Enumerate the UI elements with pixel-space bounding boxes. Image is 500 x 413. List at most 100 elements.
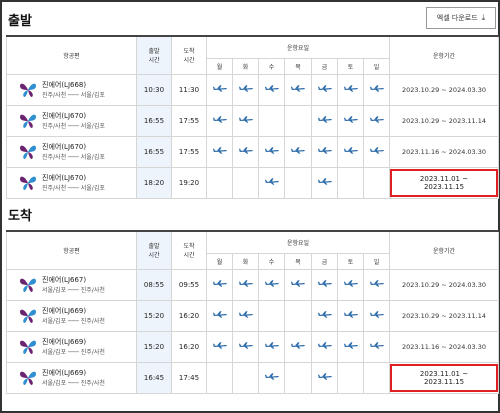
arrival-time-column-header: 도착 시간: [171, 230, 207, 270]
airplane-icon: [212, 342, 227, 349]
day-cell-fri: [311, 268, 338, 301]
day-header-tue: 화: [232, 57, 259, 75]
airplane-icon: [212, 116, 227, 123]
operating-period-column-header: 운항기간: [389, 35, 500, 75]
day-cell-fri: [311, 166, 338, 199]
flight-text: 진에어(LJ669) 서울/김포 ─── 진주/사천: [42, 306, 105, 326]
period-cell: 2023.10.29 ~ 2023.11.14: [389, 299, 500, 332]
day-cell-mon: [206, 73, 233, 106]
day-header-thu: 목: [284, 57, 312, 75]
departure-table: 항공편 출발 시간 도착 시간 운항요일 운항기간 월화수목금토일 진에어(LJ…: [6, 35, 500, 199]
day-cell-sun: [362, 268, 391, 301]
day-header-sun: 일: [362, 57, 391, 75]
flight-cell: 진에어(LJ668) 진주/사천 ─── 서울/김포: [6, 73, 137, 106]
period-text: 2023.11.16 ~ 2024.03.30: [402, 342, 487, 351]
day-cell-tue: [232, 104, 259, 137]
operating-period-column-header: 운항기간: [389, 230, 500, 270]
day-cell-wed: [258, 361, 285, 394]
airplane-icon: [343, 311, 358, 318]
flight-text: 진에어(LJ670) 진주/사천 ─── 서울/김포: [42, 111, 105, 131]
excel-download-button[interactable]: 엑셀 다운로드 ⤓: [426, 7, 496, 29]
schedule-row: 진에어(LJ669) 서울/김포 ─── 진주/사천 15:20 16:20 2023.…: [6, 330, 500, 363]
airplane-icon: [317, 178, 332, 185]
airplane-icon: [291, 342, 305, 349]
arrival-time-cell: 19:20: [171, 166, 207, 199]
day-cell-fri: [311, 73, 338, 106]
flight-name: 진에어(LJ670): [42, 142, 87, 151]
period-cell: 2023.10.29 ~ 2024.03.30: [389, 73, 500, 106]
airplane-icon: [343, 280, 358, 287]
flight-cell: 진에어(LJ669) 서울/김포 ─── 진주/사천: [6, 299, 137, 332]
arrival-time-cell: 17:55: [171, 104, 207, 137]
day-cell-thu: [284, 73, 312, 106]
flight-info: 진에어(LJ669) 서울/김포 ─── 진주/사천: [7, 306, 136, 326]
period-text: 2023.10.29 ~ 2023.11.14: [402, 311, 487, 320]
airplane-icon: [264, 147, 279, 154]
airplane-icon: [238, 342, 253, 349]
butterfly-logo-icon: [20, 176, 36, 190]
flight-name: 진에어(LJ670): [42, 111, 87, 120]
day-cell-wed: [258, 104, 285, 137]
flight-name: 진에어(LJ669): [42, 306, 87, 315]
period-cell: 2023.11.01 ~ 2023.11.15: [389, 166, 500, 199]
day-header-tue: 화: [232, 252, 259, 270]
day-cell-tue: [232, 299, 259, 332]
airplane-icon: [317, 147, 332, 154]
day-cell-mon: [206, 135, 233, 168]
day-cell-tue: [232, 73, 259, 106]
airplane-icon: [238, 85, 253, 92]
flight-route: 진주/사천 ─── 서울/김포: [42, 122, 105, 130]
flight-text: 진에어(LJ669) 서울/김포 ─── 진주/사천: [42, 337, 105, 357]
schedule-row: 진에어(LJ668) 진주/사천 ─── 서울/김포 10:30 11:30 2023.…: [6, 73, 500, 106]
airplane-icon: [212, 85, 227, 92]
day-cell-wed: [258, 73, 285, 106]
day-cell-wed: [258, 135, 285, 168]
airplane-icon: [264, 85, 279, 92]
flight-route: 서울/김포 ─── 진주/사천: [42, 348, 105, 356]
arr-time-header-text: 도착 시간: [183, 48, 195, 65]
flight-column-header: 항공편: [6, 35, 137, 75]
airplane-icon: [343, 147, 358, 154]
butterfly-logo-icon: [20, 114, 36, 128]
arrival-time-cell: 09:55: [171, 268, 207, 301]
day-cell-mon: [206, 330, 233, 363]
departure-time-cell: 15:20: [136, 299, 172, 332]
day-cell-wed: [258, 299, 285, 332]
day-cell-thu: [284, 268, 312, 301]
flight-route: 서울/김포 ─── 진주/사천: [42, 379, 105, 387]
day-header-mon: 월: [206, 57, 233, 75]
flight-cell: 진에어(LJ669) 서울/김포 ─── 진주/사천: [6, 330, 137, 363]
day-cell-wed: [258, 268, 285, 301]
day-cell-sat: [337, 135, 364, 168]
day-cell-thu: [284, 135, 312, 168]
flight-text: 진에어(LJ668) 진주/사천 ─── 서울/김포: [42, 80, 105, 100]
day-cell-sun: [362, 361, 391, 394]
period-text: 2023.11.16 ~ 2024.03.30: [402, 147, 487, 156]
schedule-row: 진에어(LJ669) 서울/김포 ─── 진주/사천 16:45 17:45 2023.…: [6, 361, 500, 394]
airplane-icon: [343, 85, 358, 92]
dep-time-header-text: 출발 시간: [148, 243, 160, 260]
butterfly-logo-icon: [20, 309, 36, 323]
day-cell-tue: [232, 268, 259, 301]
flight-cell: 진에어(LJ670) 진주/사천 ─── 서울/김포: [6, 104, 137, 137]
flight-info: 진에어(LJ670) 진주/사천 ─── 서울/김포: [7, 173, 136, 193]
departure-section-title: 출발: [8, 14, 32, 29]
day-cell-sun: [362, 330, 391, 363]
schedule-row: 진에어(LJ670) 진주/사천 ─── 서울/김포 16:55 17:55 2023.…: [6, 135, 500, 168]
day-cell-sat: [337, 268, 364, 301]
arr-time-header-text: 도착 시간: [183, 243, 195, 260]
airplane-icon: [369, 116, 384, 123]
day-cell-thu: [284, 330, 312, 363]
day-cell-sat: [337, 361, 364, 394]
arrival-section-title: 도착: [8, 209, 32, 224]
day-cell-mon: [206, 166, 233, 199]
day-cell-wed: [258, 330, 285, 363]
day-cell-thu: [284, 299, 312, 332]
day-cell-sun: [362, 166, 391, 199]
day-header-fri: 금: [311, 57, 338, 75]
departure-time-column-header: 출발 시간: [136, 230, 172, 270]
day-cell-fri: [311, 361, 338, 394]
day-cell-tue: [232, 330, 259, 363]
day-cell-mon: [206, 361, 233, 394]
day-cell-tue: [232, 135, 259, 168]
